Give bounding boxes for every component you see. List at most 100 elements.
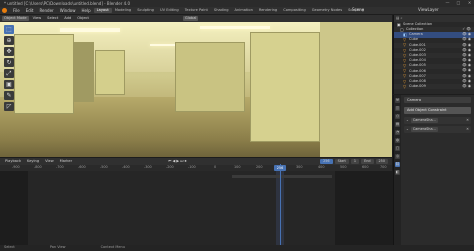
viewport-header: Object Mode View Select Add Object Globa… xyxy=(0,15,392,22)
tab-layout[interactable]: Layout xyxy=(93,7,112,14)
select-box-icon[interactable]: ⬚ xyxy=(4,25,14,34)
mesh-icon: ▽ xyxy=(403,47,407,53)
menu-render[interactable]: Render xyxy=(36,8,56,13)
start-frame-field[interactable]: 1 xyxy=(350,159,360,165)
status-hint-select: Select xyxy=(4,245,15,250)
visibility-toggles[interactable]: 👁 ◉ xyxy=(462,69,471,73)
playback-controls[interactable]: ⏮ ◀ ▶ ⏭ ⏹ xyxy=(165,159,189,164)
add-constraint-button[interactable]: Add Object Constraint xyxy=(404,107,471,114)
constraint-name[interactable]: CameraSha... xyxy=(410,118,438,123)
viewport-menu-object[interactable]: Object xyxy=(75,16,91,22)
scene-tab-icon[interactable]: ◔ xyxy=(395,130,400,135)
wall-left xyxy=(14,34,74,114)
tab-rendering[interactable]: Rendering xyxy=(256,8,280,14)
view-layer-selector[interactable]: ViewLayer xyxy=(418,8,439,12)
ruler-tick: 200 xyxy=(256,165,263,169)
playhead[interactable] xyxy=(280,164,281,245)
ruler-tick: 700 xyxy=(380,165,387,169)
visibility-toggles[interactable]: 👁 ◉ xyxy=(462,33,471,37)
menu-edit[interactable]: Edit xyxy=(23,8,37,13)
start-label: Start xyxy=(334,159,349,165)
3d-viewport[interactable] xyxy=(0,22,392,157)
visibility-toggles[interactable]: 👁 ◉ xyxy=(462,53,471,58)
constraint-name[interactable]: CameraSha... xyxy=(410,127,438,132)
mesh-icon: ▽ xyxy=(403,83,407,89)
data-tab-icon[interactable]: ◧ xyxy=(395,170,400,175)
menu-file[interactable]: File xyxy=(10,8,23,13)
visibility-toggles[interactable]: 👁 ◉ xyxy=(462,48,471,53)
move-icon[interactable]: ✥ xyxy=(4,47,14,56)
ruler-tick: -900 xyxy=(12,165,20,169)
status-bar: Select Pan View Context Menu xyxy=(0,245,474,251)
tab-compositing[interactable]: Compositing xyxy=(280,8,309,14)
rotate-icon[interactable]: ↻ xyxy=(4,58,14,67)
menu-window[interactable]: Window xyxy=(57,8,79,13)
maximize-button[interactable]: □ xyxy=(456,1,461,5)
constraints-tab-icon[interactable]: ⛓ xyxy=(395,162,400,167)
expand-chevron-icon[interactable]: ⌄ xyxy=(406,118,409,122)
wall-back xyxy=(95,50,125,95)
object-name-field[interactable]: Camera xyxy=(404,97,471,103)
timeline-menu-keying[interactable]: Keying xyxy=(24,159,42,164)
visibility-toggles[interactable]: 👁 ◉ xyxy=(462,79,471,84)
viewport-menu-select[interactable]: Select xyxy=(45,16,60,22)
transform-icon[interactable]: ▣ xyxy=(4,80,14,89)
timeline-menu-view[interactable]: View xyxy=(42,159,57,164)
tab-texture-paint[interactable]: Texture Paint xyxy=(182,8,211,14)
wall-right xyxy=(250,32,320,142)
visibility-toggles[interactable]: 👁 ◉ xyxy=(462,74,471,79)
viewport-menu-add[interactable]: Add xyxy=(62,16,73,22)
wall-center xyxy=(175,42,245,112)
visibility-toggles[interactable]: ✓ 👁 xyxy=(462,27,471,32)
timeline-menu-marker[interactable]: Marker xyxy=(57,159,75,164)
object-tab-icon[interactable]: ▢ xyxy=(395,146,400,151)
viewport-menu-view[interactable]: View xyxy=(31,16,44,22)
blender-logo-icon[interactable] xyxy=(2,8,7,13)
ceiling-light xyxy=(60,28,120,32)
list-item[interactable]: ▽ Cube.009 👁 ◉ xyxy=(394,83,474,90)
timeline-out-of-range xyxy=(0,171,28,245)
timeline-body[interactable] xyxy=(0,164,392,245)
playhead-frame-label[interactable]: 256 xyxy=(274,165,286,171)
annotate-icon[interactable]: ✎ xyxy=(4,91,14,100)
close-icon[interactable]: ✕ xyxy=(466,127,469,131)
ruler-tick: -200 xyxy=(166,165,174,169)
end-frame-field[interactable]: 250 xyxy=(375,159,388,165)
visibility-toggles[interactable]: 👁 ◉ xyxy=(462,43,471,48)
close-icon[interactable]: ✕ xyxy=(466,118,469,122)
world-tab-icon[interactable]: ◍ xyxy=(395,138,400,143)
transform-orientation-dropdown[interactable]: Global xyxy=(182,15,199,22)
tab-shading[interactable]: Shading xyxy=(211,8,232,14)
ruler-tick: -800 xyxy=(34,165,42,169)
timeline-menu-playback[interactable]: Playback xyxy=(2,159,24,164)
mode-dropdown[interactable]: Object Mode xyxy=(2,15,29,22)
tab-geometry-nodes[interactable]: Geometry Nodes xyxy=(309,8,345,14)
cursor-icon[interactable]: ⊕ xyxy=(4,36,14,45)
measure-icon[interactable]: ◸ xyxy=(4,102,14,111)
minimize-button[interactable]: — xyxy=(445,1,450,5)
visibility-toggles[interactable]: 👁 ◉ xyxy=(462,64,471,68)
render-tab-icon[interactable]: ◫ xyxy=(395,106,400,111)
mesh-icon: ▽ xyxy=(403,73,407,79)
constraint-panel[interactable]: ⌄ CameraSha... ✕ xyxy=(404,126,471,133)
tab-modeling[interactable]: Modeling xyxy=(112,8,134,14)
visibility-toggles[interactable]: 👁 ◉ xyxy=(462,84,471,89)
tab-animation[interactable]: Animation xyxy=(232,8,256,14)
physics-tab-icon[interactable]: ◎ xyxy=(395,154,400,159)
tool-tab-icon[interactable]: ⚒ xyxy=(395,98,400,103)
current-frame-field[interactable]: 256 xyxy=(320,159,333,165)
wall-shadow xyxy=(74,42,94,102)
expand-chevron-icon[interactable]: ⌄ xyxy=(406,127,409,131)
output-tab-icon[interactable]: ⎙ xyxy=(395,114,400,119)
keyframe-summary-bar xyxy=(232,175,332,178)
visibility-toggles[interactable]: 👁 ◉ xyxy=(462,38,471,42)
tab-uv-editing[interactable]: UV Editing xyxy=(157,8,182,14)
scale-icon[interactable]: ⤢ xyxy=(4,69,14,78)
scene-selector[interactable]: Scene xyxy=(352,8,364,12)
visibility-toggles[interactable]: 👁 ◉ xyxy=(462,58,471,63)
menu-help[interactable]: Help xyxy=(78,8,93,13)
constraint-panel[interactable]: ⌄ CameraSha... ✕ xyxy=(404,117,471,124)
view-layer-tab-icon[interactable]: ▤ xyxy=(395,122,400,127)
close-button[interactable]: ✕ xyxy=(467,1,472,5)
tab-sculpting[interactable]: Sculpting xyxy=(134,8,157,14)
